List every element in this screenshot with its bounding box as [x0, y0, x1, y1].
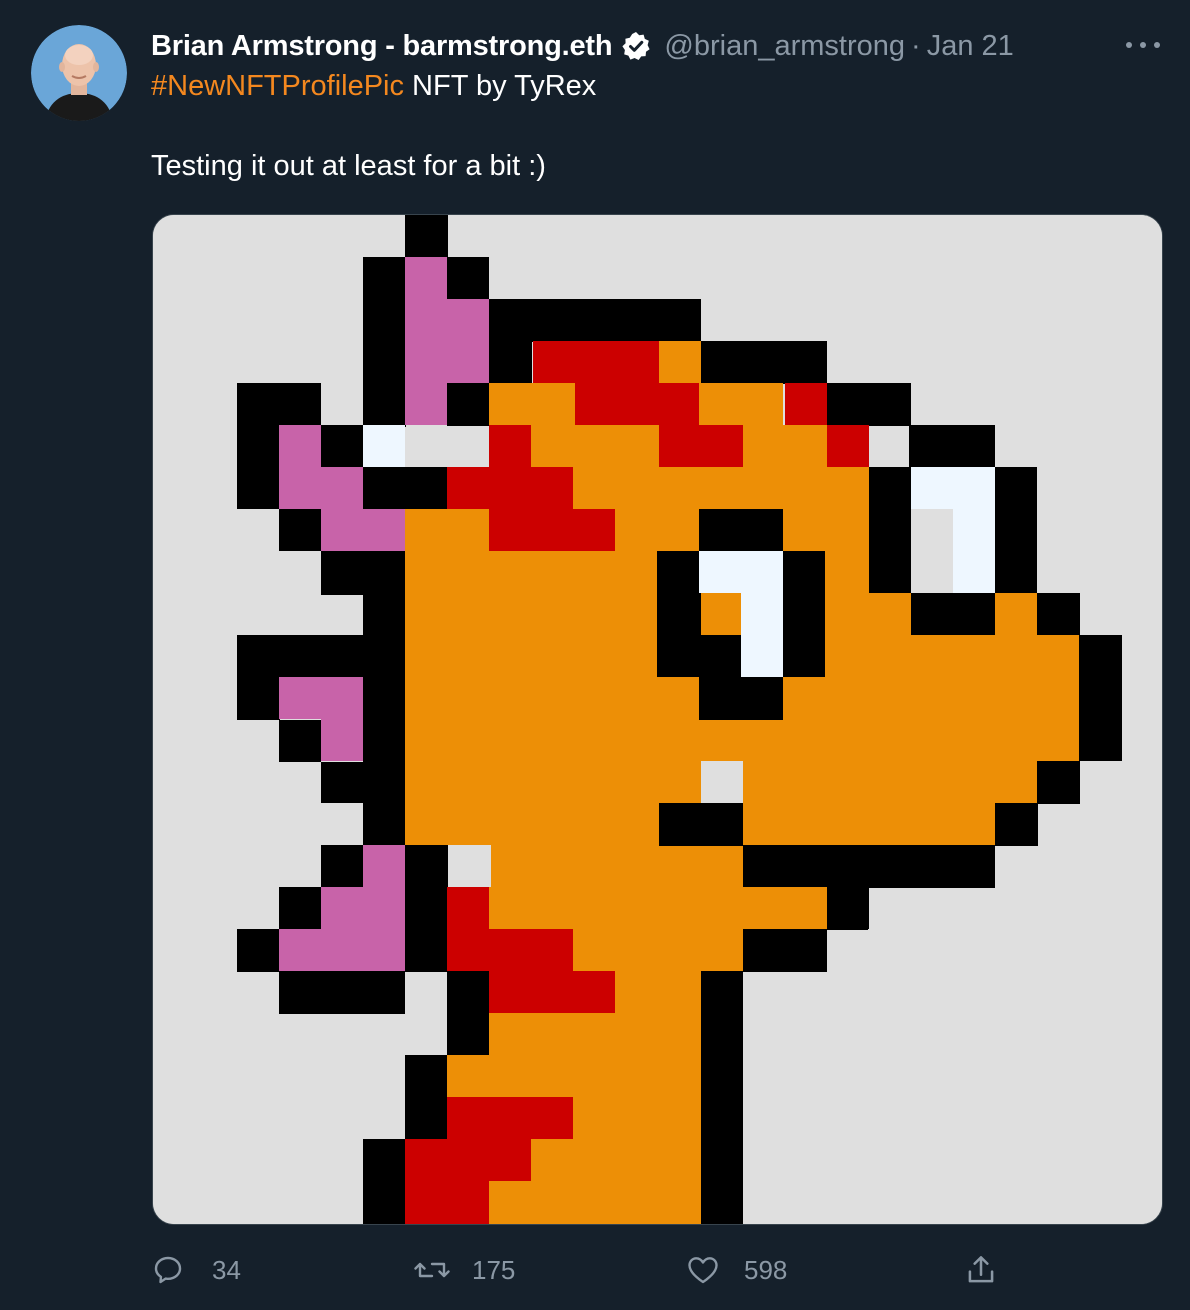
separator-dot: ·	[911, 29, 921, 62]
tweet[interactable]: Brian Armstrong - barmstrong.eth @brian_…	[0, 0, 1190, 1310]
reply-count: 34	[212, 1254, 241, 1285]
tweet-headline: #NewNFTProfilePic NFT by TyRex	[151, 70, 596, 103]
like-button[interactable]: 598	[684, 1248, 787, 1292]
tweet-actions: 34 175 598	[150, 1248, 1010, 1292]
share-button[interactable]	[962, 1248, 1000, 1292]
nft-pixel-art	[153, 215, 1162, 1224]
share-icon	[962, 1251, 1000, 1289]
retweet-icon	[412, 1252, 452, 1288]
display-name[interactable]: Brian Armstrong - barmstrong.eth	[151, 30, 613, 63]
timestamp[interactable]: Jan 21	[927, 30, 1014, 63]
tweet-text: Testing it out at least for a bit :)	[151, 150, 546, 182]
heart-icon	[684, 1252, 722, 1288]
headline-text: NFT by TyRex	[404, 70, 597, 102]
retweet-button[interactable]: 175	[412, 1248, 515, 1292]
retweet-count: 175	[472, 1254, 516, 1285]
avatar[interactable]	[31, 25, 127, 121]
more-options-icon[interactable]	[1126, 36, 1160, 54]
like-count: 598	[744, 1254, 788, 1285]
reply-button[interactable]: 34	[150, 1248, 241, 1292]
reply-icon	[150, 1252, 186, 1288]
hashtag-link[interactable]: #NewNFTProfilePic	[151, 70, 404, 102]
tweet-header: Brian Armstrong - barmstrong.eth @brian_…	[151, 26, 1014, 66]
verified-badge-icon	[620, 30, 652, 62]
tweet-media-image[interactable]	[152, 214, 1163, 1225]
user-handle[interactable]: @brian_armstrong	[664, 30, 905, 63]
